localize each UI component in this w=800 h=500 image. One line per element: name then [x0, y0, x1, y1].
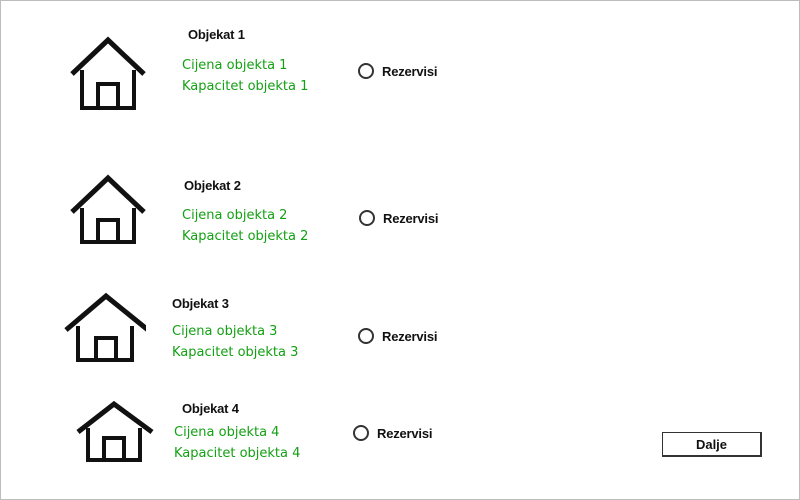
reserve-label: Rezervisi: [382, 328, 438, 344]
object-info: Cijena objekta 4 Kapacitet objekta 4: [174, 422, 300, 464]
object-price: Cijena objekta 3: [172, 324, 278, 339]
object-title: Objekat 3: [172, 296, 229, 311]
object-title: Objekat 1: [188, 27, 245, 42]
house-icon: [62, 290, 146, 370]
reserve-radio[interactable]: Rezervisi: [359, 210, 438, 226]
object-capacity: Kapacitet objekta 2: [182, 229, 309, 244]
reserve-radio[interactable]: Rezervisi: [358, 63, 437, 79]
object-capacity: Kapacitet objekta 1: [182, 79, 309, 94]
object-title: Objekat 4: [182, 401, 239, 416]
house-icon: [66, 34, 150, 114]
radio-circle-icon[interactable]: [353, 425, 369, 441]
object-price: Cijena objekta 2: [182, 208, 288, 223]
object-capacity: Kapacitet objekta 3: [172, 345, 299, 360]
object-info: Cijena objekta 1 Kapacitet objekta 1: [182, 55, 308, 97]
house-icon: [66, 172, 150, 252]
reserve-radio[interactable]: Rezervisi: [353, 425, 432, 441]
object-title: Objekat 2: [184, 178, 241, 193]
object-info: Cijena objekta 2 Kapacitet objekta 2: [182, 205, 308, 247]
reserve-label: Rezervisi: [377, 425, 433, 441]
reserve-radio[interactable]: Rezervisi: [358, 328, 437, 344]
next-button[interactable]: Dalje: [662, 432, 762, 457]
radio-circle-icon[interactable]: [359, 210, 375, 226]
reserve-label: Rezervisi: [382, 63, 438, 79]
object-info: Cijena objekta 3 Kapacitet objekta 3: [172, 321, 298, 363]
radio-circle-icon[interactable]: [358, 63, 374, 79]
object-price: Cijena objekta 1: [182, 58, 288, 73]
radio-circle-icon[interactable]: [358, 328, 374, 344]
reserve-label: Rezervisi: [383, 210, 439, 226]
object-price: Cijena objekta 4: [174, 425, 280, 440]
house-icon: [74, 398, 158, 478]
object-capacity: Kapacitet objekta 4: [174, 446, 301, 461]
